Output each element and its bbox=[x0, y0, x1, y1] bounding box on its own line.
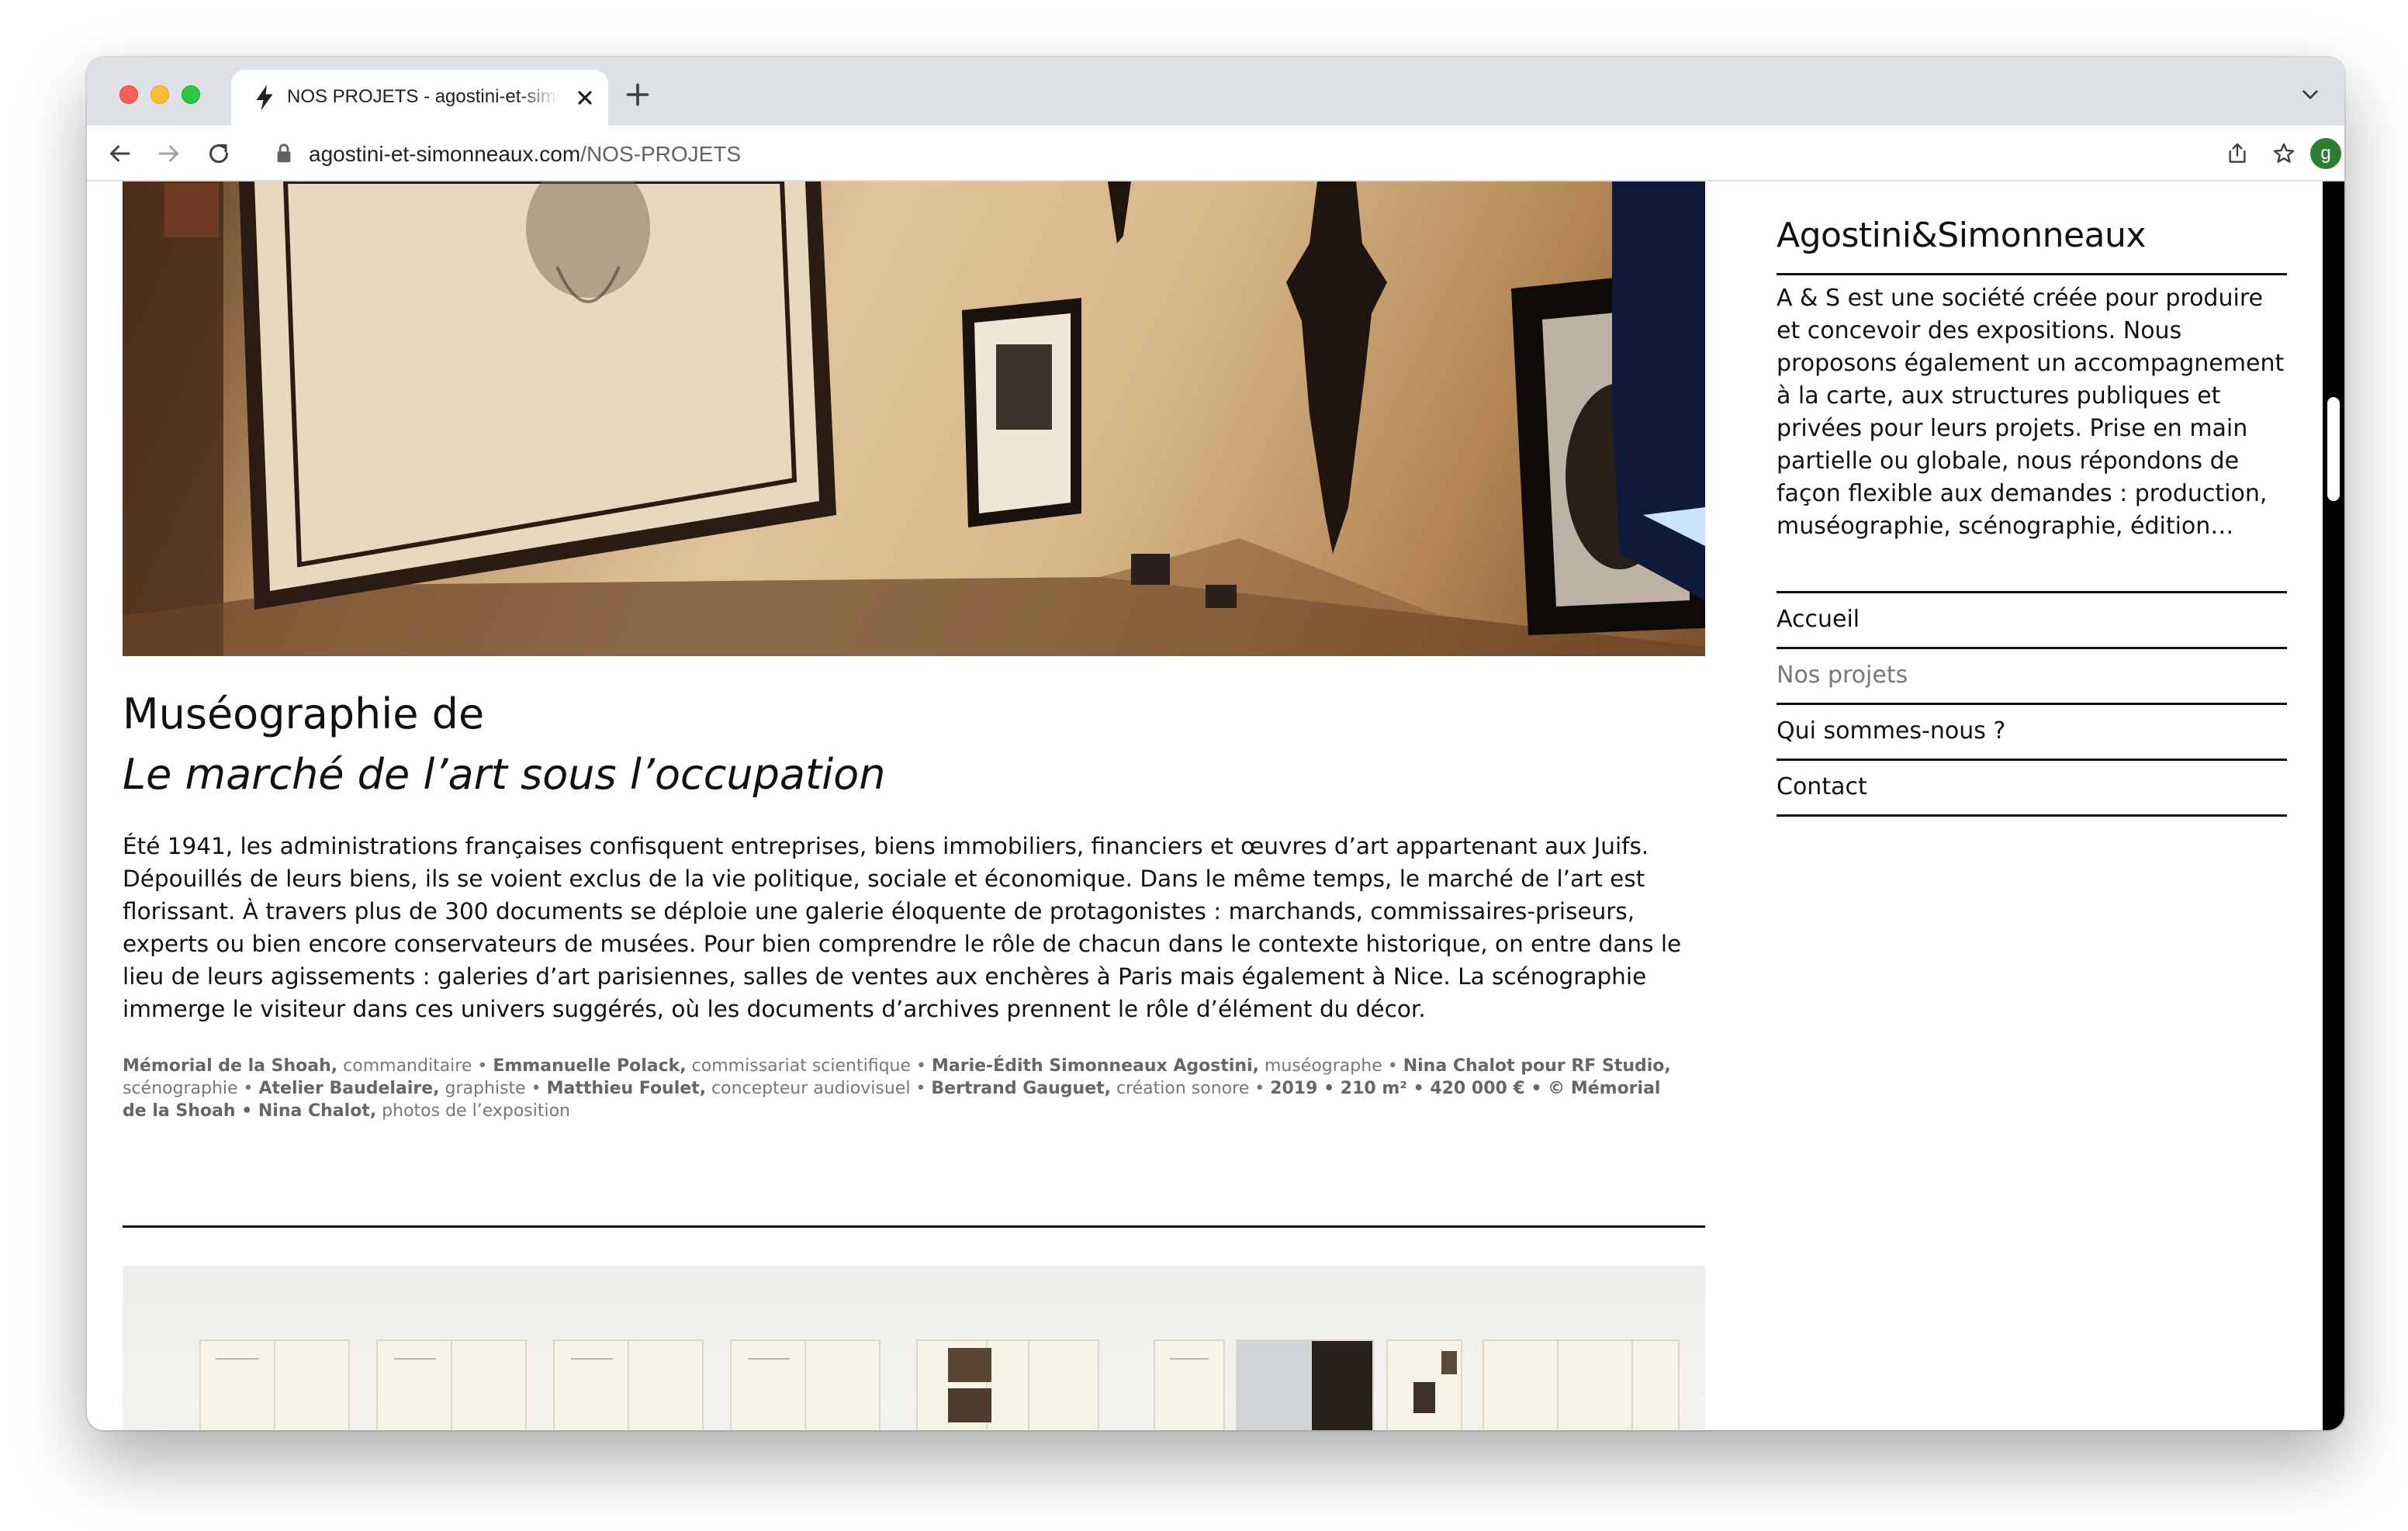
credit-name: Nina Chalot pour RF Studio, bbox=[1403, 1056, 1671, 1076]
browser-toolbar: agostini-et-simonneaux.com/NOS-PROJETS g bbox=[87, 126, 2344, 181]
nav-item-accueil[interactable]: Accueil bbox=[1777, 593, 2287, 647]
address-bar[interactable]: agostini-et-simonneaux.com/NOS-PROJETS bbox=[254, 132, 2296, 175]
about-text: A & S est une société créée pour produir… bbox=[1777, 285, 2285, 540]
tab-title: NOS PROJETS - agostini-et-simonneaux bbox=[287, 86, 559, 107]
lightning-icon bbox=[256, 85, 273, 111]
credit-role: commissariat scientifique • bbox=[686, 1056, 932, 1076]
chevron-down-icon[interactable] bbox=[2299, 84, 2321, 105]
tab-strip: NOS PROJETS - agostini-et-simonneaux bbox=[87, 57, 2344, 126]
back-arrow-icon[interactable] bbox=[106, 140, 133, 168]
credit-name: Mémorial de la Shoah, bbox=[123, 1056, 338, 1076]
sidebar-divider bbox=[1777, 814, 2287, 817]
nav-item-qui-sommes-nous[interactable]: Qui sommes-nous ? bbox=[1777, 704, 2287, 759]
url-text[interactable]: agostini-et-simonneaux.com/NOS-PROJETS bbox=[309, 142, 741, 167]
credit-role: photos de l’exposition bbox=[376, 1101, 570, 1121]
zoom-window-button[interactable] bbox=[182, 85, 200, 104]
minimize-window-button[interactable] bbox=[150, 85, 169, 104]
url-path: /NOS-PROJETS bbox=[580, 142, 742, 166]
exhibition-photo bbox=[123, 181, 1705, 656]
project-title-line2: Le marché de l’art sous l’occupation bbox=[123, 750, 886, 799]
sidebar-divider bbox=[1777, 273, 2287, 275]
tab-nos-projets[interactable]: NOS PROJETS - agostini-et-simonneaux bbox=[231, 70, 608, 126]
credit-role: muséographe • bbox=[1258, 1056, 1403, 1076]
scrollbar-thumb[interactable] bbox=[2327, 397, 2340, 501]
credit-name: Atelier Baudelaire, bbox=[258, 1079, 440, 1098]
credit-role: création sonore • bbox=[1111, 1079, 1271, 1098]
close-icon[interactable] bbox=[574, 87, 596, 109]
page-viewport: Muséographie de Le marché de l’art sous … bbox=[87, 181, 2344, 1430]
url-domain: agostini-et-simonneaux.com bbox=[309, 142, 581, 166]
credit-name: Matthieu Foulet, bbox=[546, 1079, 707, 1098]
nav-item-contact[interactable]: Contact bbox=[1777, 760, 2287, 814]
credit-role: concepteur audiovisuel • bbox=[706, 1079, 932, 1098]
profile-avatar[interactable]: g bbox=[2310, 138, 2341, 169]
project-divider bbox=[123, 1225, 1705, 1228]
forward-arrow-icon[interactable] bbox=[155, 140, 183, 168]
close-window-button[interactable] bbox=[119, 85, 138, 104]
exhibition-photo-books bbox=[123, 1266, 1705, 1430]
credit-role: graphiste • bbox=[439, 1079, 547, 1098]
share-icon[interactable] bbox=[2225, 141, 2250, 166]
project-description: Été 1941, les administrations françaises… bbox=[123, 833, 1682, 1022]
reload-icon[interactable] bbox=[205, 140, 233, 168]
project-title-line1: Muséographie de bbox=[123, 689, 485, 738]
lock-icon[interactable] bbox=[275, 143, 293, 164]
brand-logo-text[interactable]: Agostini&Simonneaux bbox=[1777, 216, 2287, 255]
credit-name: Emmanuelle Polack, bbox=[493, 1056, 687, 1076]
bookmark-star-icon[interactable] bbox=[2271, 141, 2296, 166]
scrollbar[interactable] bbox=[2323, 181, 2344, 1430]
new-tab-icon[interactable] bbox=[624, 81, 652, 109]
credit-role: scénographie • bbox=[123, 1079, 259, 1098]
project-credits: Mémorial de la Shoah, commanditaire • Em… bbox=[123, 1055, 1674, 1122]
browser-window: NOS PROJETS - agostini-et-simonneaux bbox=[87, 57, 2344, 1430]
project-title: Muséographie de Le marché de l’art sous … bbox=[123, 684, 1705, 805]
credit-role: commanditaire • bbox=[337, 1056, 493, 1076]
nav-item-nos-projets[interactable]: Nos projets bbox=[1777, 648, 2287, 703]
credit-name: Marie-Édith Simonneaux Agostini, bbox=[932, 1056, 1259, 1076]
credit-name: Bertrand Gauguet, bbox=[931, 1079, 1111, 1098]
